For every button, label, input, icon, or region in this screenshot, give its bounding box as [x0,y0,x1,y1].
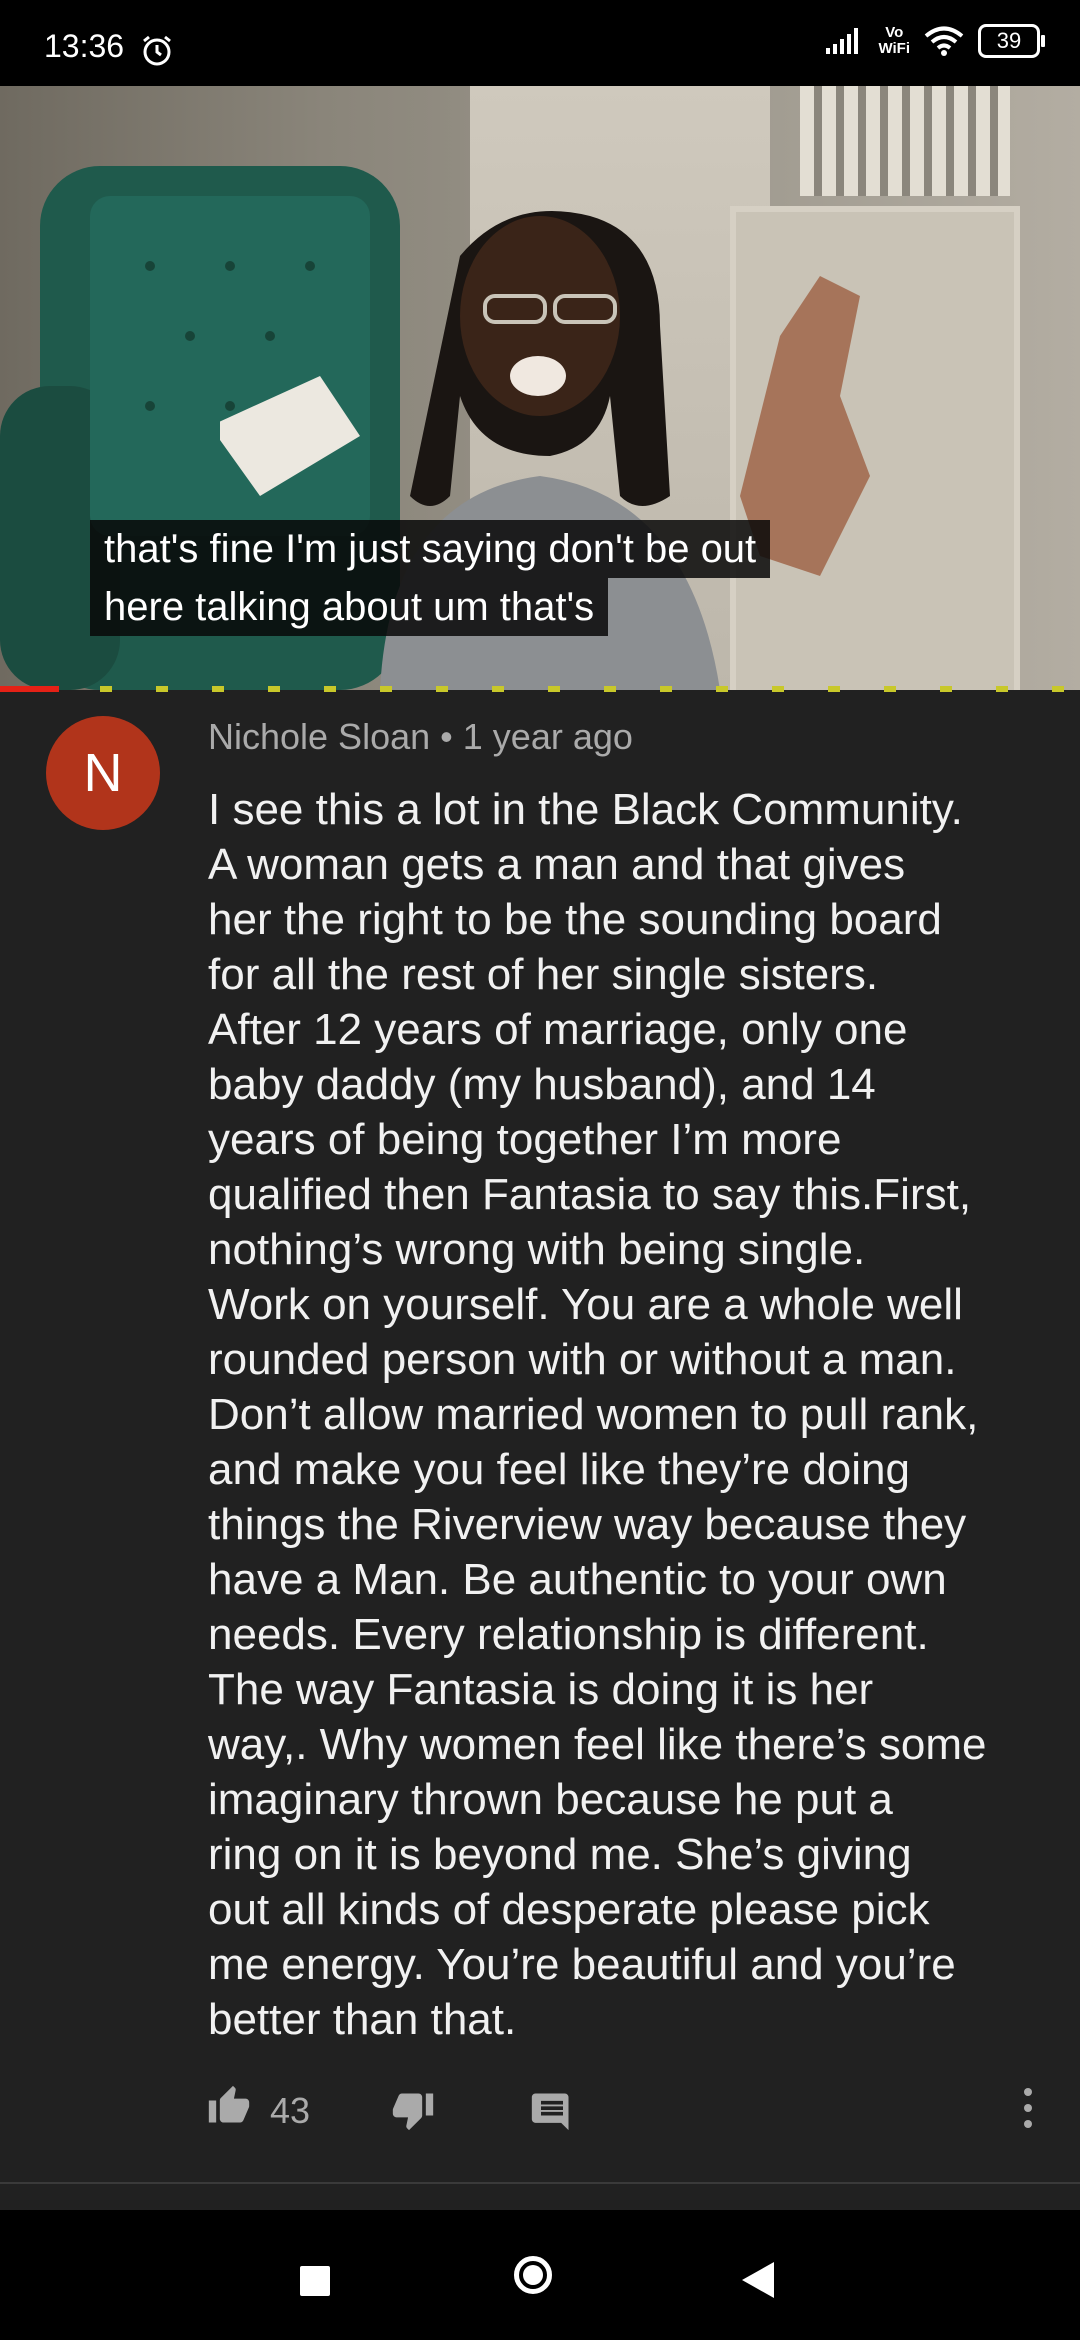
comment-body-line: her the right to be the sounding board [208,895,942,944]
background-vent [800,86,1010,196]
avatar[interactable]: N [46,716,160,830]
comment-body-line: ring on it is beyond me. She’s giving [208,1830,912,1879]
comment-body-line: After 12 years of marriage, only one [208,1005,908,1054]
home-circle-inner [523,2265,543,2285]
back-triangle-icon[interactable] [742,2262,774,2298]
status-icons: Vo WiFi 39 [824,24,1045,58]
more-vert-icon[interactable] [1020,2084,1036,2132]
wifi-icon [924,26,964,56]
comment-body-line: qualified then Fantasia to say this.Firs… [208,1170,972,1219]
comment-body-line: needs. Every relationship is different. [208,1610,929,1659]
like-count: 43 [270,2090,311,2131]
comment-author[interactable]: Nichole Sloan [208,716,430,757]
comment-body-line: imaginary thrown because he put a [208,1775,893,1824]
caption-line-2: here talking about um that's [90,578,609,636]
comment-body-line: have a Man. Be authentic to your own [208,1555,947,1604]
battery-indicator: 39 [978,24,1045,58]
recents-square-icon[interactable] [300,2266,330,2296]
comment-body-line: me energy. You’re beautiful and you’re [208,1940,956,1989]
comment-meta: Nichole Sloan • 1 year ago [208,716,633,758]
thumbs-up-icon[interactable] [206,2084,252,2128]
comment-actions: 43 [0,2080,1080,2150]
comment-body-line: Work on yourself. You are a whole well [208,1280,963,1329]
vowifi-indicator: Vo WiFi [878,25,910,57]
video-captions: that's fine I'm just saying don't be out… [90,520,771,636]
comment-body-line: A woman gets a man and that gives [208,840,906,889]
comment-body-line: things the Riverview way because they [208,1500,967,1549]
vowifi-bottom: WiFi [878,40,910,57]
comment-body-line: and make you feel like they’re doing [208,1445,910,1494]
comment-body-line: rounded person with or without a man. [208,1335,957,1384]
video-player[interactable]: that's fine I'm just saying don't be out… [0,86,1080,690]
comment-body-line: I see this a lot in the Black Community. [208,785,963,834]
meta-separator: • [440,716,453,757]
vowifi-top: Vo [885,24,904,41]
signal-icon [826,28,859,54]
reply-icon[interactable] [530,2088,574,2132]
comment-body-line: The way Fantasia is doing it is her [208,1665,874,1714]
status-time: 13:36 [44,28,125,64]
video-progress-track[interactable] [0,686,1080,692]
comment-time: 1 year ago [462,716,633,757]
system-nav-bar [0,2210,1080,2340]
comment-body: I see this a lot in the Black Community.… [208,782,1038,2047]
comment-body-line: Don’t allow married women to pull rank, [208,1390,979,1439]
caption-line-1: that's fine I'm just saying don't be out [90,520,771,578]
divider [0,2182,1080,2184]
comment-body-line: for all the rest of her single sisters. [208,950,879,999]
comment-body-line: nothing’s wrong with being single. [208,1225,866,1274]
video-progress-played [0,686,60,692]
comment-body-line: baby daddy (my husband), and 14 [208,1060,876,1109]
thumbs-down-icon[interactable] [390,2088,436,2132]
comment-body-line: years of being together I’m more [208,1115,842,1164]
comment-body-line: way,. Why women feel like there’s some [208,1720,987,1769]
alarm-clock-icon [143,35,171,66]
comment-body-line: out all kinds of desperate please pick [208,1885,930,1934]
home-circle-icon[interactable] [514,2256,552,2294]
comment-body-line: better than that. [208,1995,517,2044]
status-bar: 13:36 Vo WiFi 39 [0,0,1080,86]
